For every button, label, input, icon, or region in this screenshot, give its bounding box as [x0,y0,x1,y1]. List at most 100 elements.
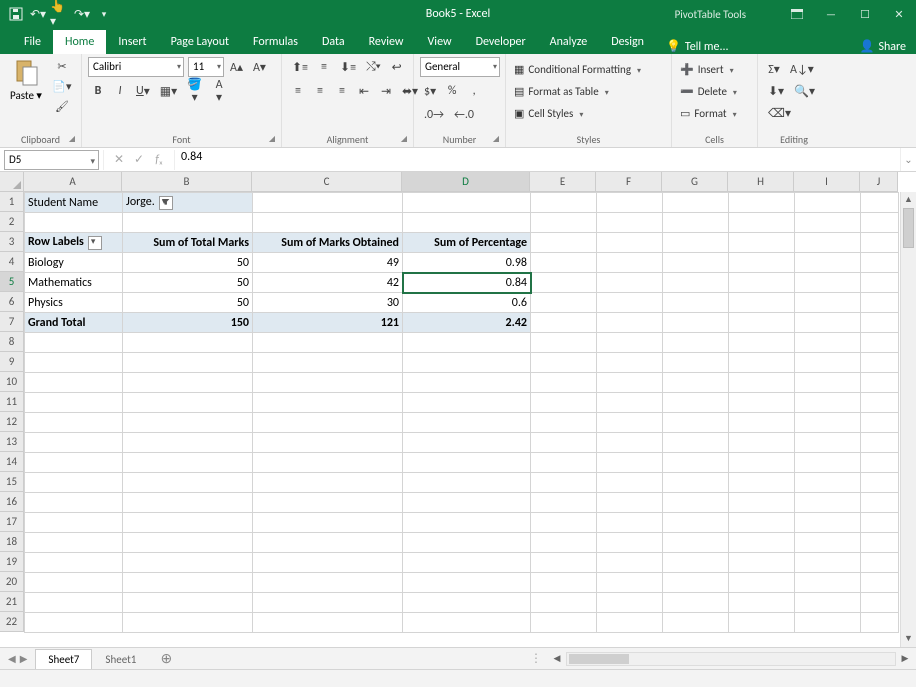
pivot-filter-dropdown[interactable] [159,196,173,210]
cell-A4[interactable]: Biology [25,253,123,273]
cell-G20[interactable] [663,573,729,593]
cell-H14[interactable] [729,453,795,473]
cell-G12[interactable] [663,413,729,433]
select-all-corner[interactable] [0,172,24,192]
align-right-button[interactable]: ≡ [332,81,352,101]
cell-J6[interactable] [861,293,899,313]
cell-H11[interactable] [729,393,795,413]
align-bottom-button[interactable]: ⬇≡ [336,57,360,77]
cell-H22[interactable] [729,613,795,633]
decrease-font-size-button[interactable]: A▾ [249,57,270,77]
cell-C14[interactable] [253,453,403,473]
autosum-button[interactable]: Σ▾ [764,59,784,79]
cell-D7[interactable]: 2.42 [403,313,531,333]
cell-A8[interactable] [25,333,123,353]
cell-I18[interactable] [795,533,861,553]
cell-H8[interactable] [729,333,795,353]
cell-J1[interactable] [861,193,899,213]
cell-F4[interactable] [597,253,663,273]
redo-icon[interactable]: ↷▾ [72,4,92,24]
cut-button[interactable]: ✂ [52,57,72,75]
italic-button[interactable]: I [110,81,130,101]
cell-G14[interactable] [663,453,729,473]
cell-H16[interactable] [729,493,795,513]
increase-indent-button[interactable]: ⇥ [376,81,396,101]
cell-F11[interactable] [597,393,663,413]
cell-D4[interactable]: 0.98 [403,253,531,273]
cell-C22[interactable] [253,613,403,633]
row-header-22[interactable]: 22 [0,612,23,632]
number-format-combo[interactable]: General [420,57,500,77]
cell-H4[interactable] [729,253,795,273]
cell-I2[interactable] [795,213,861,233]
percent-format-button[interactable]: % [442,81,462,101]
cell-I16[interactable] [795,493,861,513]
cell-D11[interactable] [403,393,531,413]
cell-B1[interactable]: Jorge. [123,193,253,213]
cell-F20[interactable] [597,573,663,593]
cell-D12[interactable] [403,413,531,433]
cell-E13[interactable] [531,433,597,453]
cell-B7[interactable]: 150 [123,313,253,333]
column-header-G[interactable]: G [662,172,728,191]
accounting-format-button[interactable]: $▾ [420,81,440,101]
cell-J5[interactable] [861,273,899,293]
cell-F8[interactable] [597,333,663,353]
cell-E8[interactable] [531,333,597,353]
align-top-button[interactable]: ⬆≡ [288,57,312,77]
number-dialog-launcher[interactable]: ◢ [493,134,499,144]
align-center-button[interactable]: ≡ [310,81,330,101]
cell-D5[interactable]: 0.84 [403,273,531,293]
cell-C6[interactable]: 30 [253,293,403,313]
row-header-3[interactable]: 3 [0,232,23,252]
column-header-H[interactable]: H [728,172,794,191]
cell-I9[interactable] [795,353,861,373]
column-header-J[interactable]: J [860,172,898,191]
cells-area[interactable]: Student NameJorge.Row LabelsSum of Total… [24,192,899,633]
cell-G17[interactable] [663,513,729,533]
cell-D20[interactable] [403,573,531,593]
horizontal-scrollbar[interactable] [566,652,896,666]
cell-C13[interactable] [253,433,403,453]
clipboard-dialog-launcher[interactable]: ◢ [69,134,75,144]
cell-J16[interactable] [861,493,899,513]
cell-C12[interactable] [253,413,403,433]
cell-J17[interactable] [861,513,899,533]
increase-font-size-button[interactable]: A▴ [226,57,247,77]
underline-button[interactable]: U▾ [132,81,154,101]
cell-I6[interactable] [795,293,861,313]
new-sheet-button[interactable]: ⊕ [155,650,177,667]
cell-C7[interactable]: 121 [253,313,403,333]
qat-customize-icon[interactable]: ▾ [94,4,114,24]
tab-file[interactable]: File [12,30,53,54]
tab-page-layout[interactable]: Page Layout [159,30,241,54]
cell-B17[interactable] [123,513,253,533]
cell-C10[interactable] [253,373,403,393]
orientation-button[interactable]: ⤭▾ [362,57,385,77]
cell-D1[interactable] [403,193,531,213]
tab-analyze[interactable]: Analyze [538,30,600,54]
cell-J4[interactable] [861,253,899,273]
cell-B18[interactable] [123,533,253,553]
row-header-5[interactable]: 5 [0,272,23,292]
pivot-row-labels-dropdown[interactable] [88,236,102,250]
row-header-2[interactable]: 2 [0,212,23,232]
delete-cells-button[interactable]: ➖Delete [678,81,743,101]
column-header-F[interactable]: F [596,172,662,191]
cell-E15[interactable] [531,473,597,493]
cell-E9[interactable] [531,353,597,373]
column-header-B[interactable]: B [122,172,252,191]
accept-formula-button[interactable]: ✓ [130,152,148,167]
cell-J3[interactable] [861,233,899,253]
cell-E21[interactable] [531,593,597,613]
row-headers[interactable]: 12345678910111213141516171819202122 [0,192,24,632]
sheet-nav-prev[interactable]: ◀ [8,652,16,665]
cell-F13[interactable] [597,433,663,453]
borders-button[interactable]: ▦▾ [156,81,181,101]
cell-A5[interactable]: Mathematics [25,273,123,293]
cell-E14[interactable] [531,453,597,473]
cell-C11[interactable] [253,393,403,413]
row-header-4[interactable]: 4 [0,252,23,272]
cell-A10[interactable] [25,373,123,393]
cell-G10[interactable] [663,373,729,393]
